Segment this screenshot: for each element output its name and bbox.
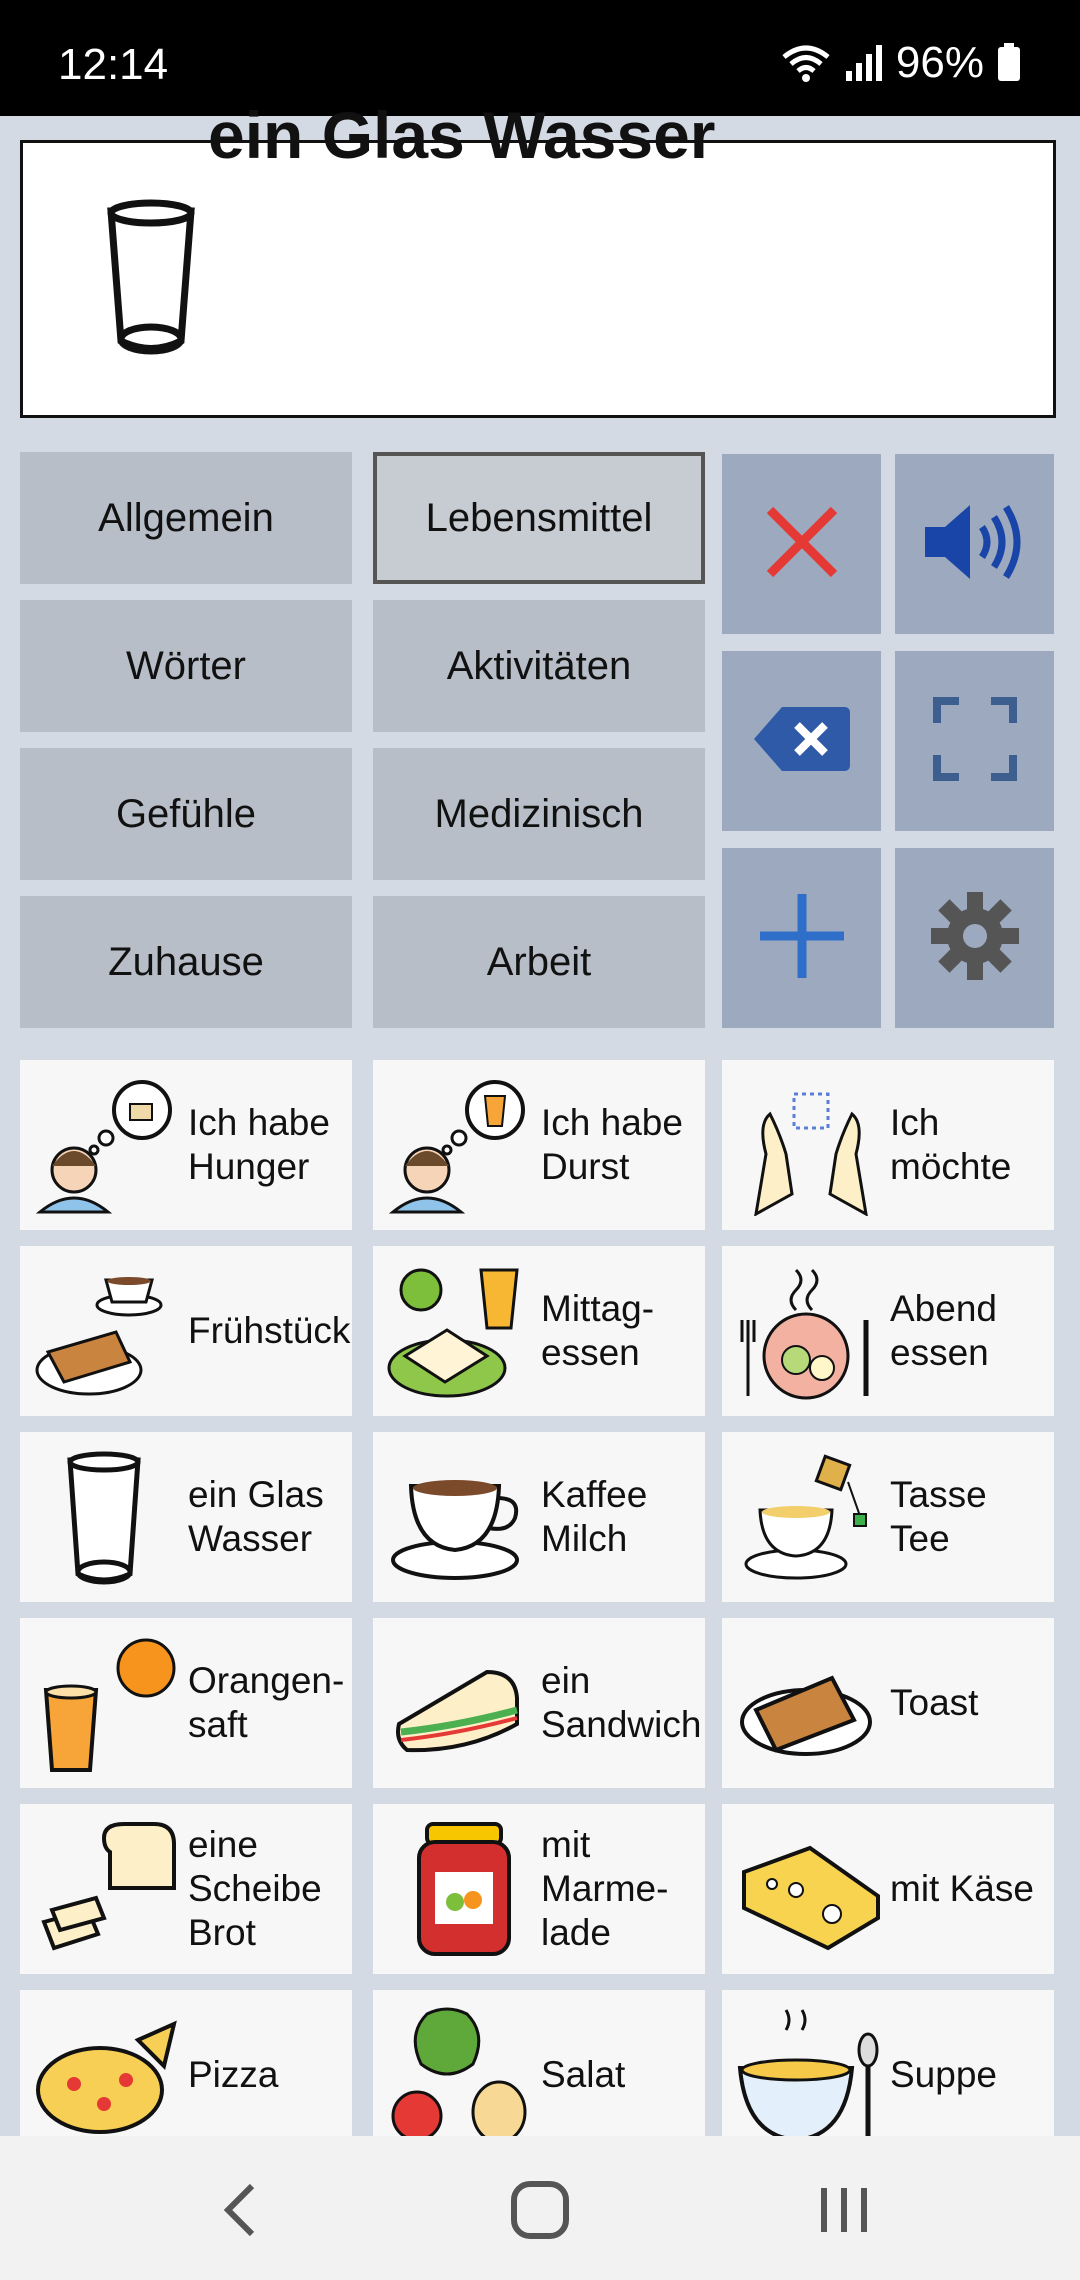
category-arbeit[interactable]: Arbeit [373,896,705,1028]
tile-durst[interactable]: Ich habe Durst [373,1060,705,1230]
tile-label: ein Glas Wasser [188,1474,324,1559]
back-button[interactable] [200,2172,280,2252]
home-icon [508,2178,572,2247]
category-label: Allgemein [98,495,274,540]
category-label: Arbeit [486,939,592,984]
category-label: Aktivitäten [446,643,632,688]
status-time: 12:14 [58,40,169,89]
sandwich-icon [387,1632,537,1774]
tile-hunger[interactable]: Ich habe Hunger [20,1060,352,1230]
tile-label: Tasse Tee [890,1474,987,1559]
tile-label: Ich habe Durst [541,1102,683,1187]
tile-label: Kaffee Milch [541,1474,648,1559]
coffee-cup-icon [387,1446,537,1588]
hungry-person-icon [34,1074,184,1216]
category-gefuehle[interactable]: Gefühle [20,748,352,880]
tile-orangensaft[interactable]: Orangen- saft [20,1618,352,1788]
pizza-icon [34,2004,184,2146]
speak-button[interactable] [895,454,1054,634]
add-icon [756,890,848,987]
tile-label: mit Marme- lade [541,1824,669,1953]
signal-icon [844,43,884,83]
glass-icon [91,191,211,361]
tile-label: Salat [541,2054,626,2095]
tile-scheibe-brot[interactable]: eine Scheibe Brot [20,1804,352,1974]
lunch-icon [387,1260,537,1402]
tile-label: Toast [890,1682,979,1723]
recents-button[interactable] [804,2172,884,2252]
tile-kaffee-milch[interactable]: Kaffee Milch [373,1432,705,1602]
category-lebensmittel[interactable]: Lebensmittel [373,452,705,584]
tile-label: Frühstück [188,1310,351,1351]
back-icon [218,2180,262,2245]
backspace-button[interactable] [722,651,881,831]
category-label: Zuhause [108,939,264,984]
add-button[interactable] [722,848,881,1028]
tile-label: Mittag- essen [541,1288,655,1373]
tile-abendessen[interactable]: Abend essen [722,1246,1054,1416]
category-woerter[interactable]: Wörter [20,600,352,732]
category-zuhause[interactable]: Zuhause [20,896,352,1028]
cheese-icon [736,1818,886,1960]
tile-tasse-tee[interactable]: Tasse Tee [722,1432,1054,1602]
tile-moechte[interactable]: Ich möchte [722,1060,1054,1230]
tile-label: Ich möchte [890,1102,1012,1187]
tile-label: Suppe [890,2054,997,2095]
close-icon [762,502,842,587]
settings-button[interactable] [895,848,1054,1028]
salad-icon [387,2004,537,2146]
tile-mittagessen[interactable]: Mittag- essen [373,1246,705,1416]
tea-cup-icon [736,1446,886,1588]
jam-jar-icon [387,1818,537,1960]
tile-salat[interactable]: Salat [373,1990,705,2160]
fullscreen-button[interactable] [895,651,1054,831]
fullscreen-icon [932,696,1017,786]
tile-label: ein Sandwich [541,1660,702,1745]
category-label: Medizinisch [434,791,644,836]
bread-icon [34,1818,184,1960]
tile-label: Ich habe Hunger [188,1102,330,1187]
tile-suppe[interactable]: Suppe [722,1990,1054,2160]
tile-kaese[interactable]: mit Käse [722,1804,1054,1974]
hands-want-icon [736,1074,886,1217]
category-label: Gefühle [115,791,257,836]
battery-icon [996,43,1022,83]
orange-juice-icon [34,1632,184,1774]
category-allgemein[interactable]: Allgemein [20,452,352,584]
message-text: ein Glas Wasser [208,98,716,172]
tile-fruehstueck[interactable]: Frühstück [20,1246,352,1416]
tile-label: Pizza [188,2054,279,2095]
category-aktivitaeten[interactable]: Aktivitäten [373,600,705,732]
tile-glas-wasser[interactable]: ein Glas Wasser [20,1432,352,1602]
recents-icon [812,2180,876,2245]
tile-label: eine Scheibe Brot [188,1824,322,1953]
tile-marmelade[interactable]: mit Marme- lade [373,1804,705,1974]
tile-label: Orangen- saft [188,1660,345,1745]
category-label: Lebensmittel [425,495,653,540]
breakfast-icon [34,1260,184,1402]
navigation-bar [0,2136,1080,2280]
category-medizinisch[interactable]: Medizinisch [373,748,705,880]
category-label: Wörter [126,643,246,688]
backspace-icon [752,703,852,780]
tile-sandwich[interactable]: ein Sandwich [373,1618,705,1788]
clear-button[interactable] [722,454,881,634]
tile-label: mit Käse [890,1868,1034,1909]
wifi-icon [780,43,832,83]
battery-text: 96% [895,38,984,87]
home-button[interactable] [500,2172,580,2252]
soup-icon [736,2004,886,2146]
thirsty-person-icon [387,1074,537,1216]
gear-icon [929,890,1021,987]
tile-pizza[interactable]: Pizza [20,1990,352,2160]
glass-icon [34,1446,184,1588]
toast-icon [736,1632,886,1774]
speaker-icon [920,497,1030,592]
tile-toast[interactable]: Toast [722,1618,1054,1788]
dinner-icon [736,1260,886,1402]
tile-label: Abend essen [890,1288,997,1373]
